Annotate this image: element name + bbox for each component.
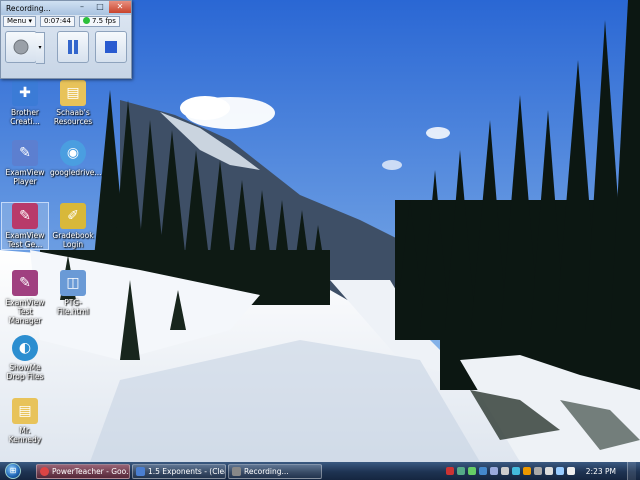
document-icon xyxy=(136,466,145,476)
tray-app-icon[interactable] xyxy=(467,467,476,475)
network-icon[interactable] xyxy=(555,467,564,475)
status-dot-icon xyxy=(82,17,90,24)
taskbar-clock[interactable]: 2:23 PM xyxy=(586,467,616,476)
desktop-icon-label: ShowMe Drop Files xyxy=(6,363,44,381)
desktop-icon-label: Mr. Kennedy xyxy=(8,426,42,444)
tray-app-icon[interactable] xyxy=(478,467,487,475)
tray-app-icon[interactable] xyxy=(445,467,454,475)
volume-icon[interactable] xyxy=(566,467,575,475)
desktop-icon-gradebook-login[interactable]: ✐ Gradebook Login xyxy=(50,203,96,249)
tray-app-icon[interactable] xyxy=(522,467,531,475)
pause-button[interactable] xyxy=(57,31,89,63)
tray-app-icon[interactable] xyxy=(511,467,520,475)
brother-app-icon: ✚ xyxy=(12,80,38,106)
desktop-icon-label: ExamView Player xyxy=(5,168,45,186)
chrome-icon xyxy=(40,466,49,476)
recorder-title-bar[interactable]: Recording... – □ ✕ xyxy=(1,1,131,15)
desktop-icon-examview-player[interactable]: ✎ ExamView Player xyxy=(2,140,48,186)
taskbar: ⊞ PowerTeacher - Goo... 1.5 Exponents - … xyxy=(0,462,640,480)
tray-app-icon[interactable] xyxy=(500,467,509,475)
start-button[interactable]: ⊞ xyxy=(0,462,26,480)
gradebook-icon: ✐ xyxy=(60,203,86,229)
desktop-icon-showme-drop-files[interactable]: ◐ ShowMe Drop Files xyxy=(2,335,48,381)
desktop-icon-schaabs-resources[interactable]: ▤ Schaab's Resources xyxy=(50,80,96,126)
desktop-icon-label: Brother Creati... xyxy=(10,108,40,126)
desktop-icon-label: PTG-File.html xyxy=(56,298,90,316)
stop-button[interactable] xyxy=(95,31,127,63)
recorder-icon xyxy=(232,466,241,476)
desktop-icon-examview-test-generator[interactable]: ✎ ExamView Test Ge... xyxy=(1,202,49,250)
examview-icon: ✎ xyxy=(12,203,38,229)
fps-indicator: 7.5 fps xyxy=(78,15,120,27)
taskbar-item-recording[interactable]: Recording... xyxy=(228,463,322,479)
folder-icon: ▤ xyxy=(12,398,38,424)
recorder-status-bar: Menu ▾ 0:07:44 7.5 fps xyxy=(1,15,131,27)
desktop-icon-examview-test-manager[interactable]: ✎ ExamView Test Manager xyxy=(2,270,48,325)
desktop-icon-label: ExamView Test Manager xyxy=(5,298,45,325)
desktop-icon-mr-kennedy[interactable]: ▤ Mr. Kennedy xyxy=(2,398,48,444)
desktop-icon-ptg-file[interactable]: ◫ PTG-File.html xyxy=(50,270,96,316)
tray-app-icon[interactable] xyxy=(544,467,553,475)
minimize-icon[interactable]: – xyxy=(73,1,91,13)
bluetooth-icon[interactable] xyxy=(489,467,498,475)
desktop-icon-label: Gradebook Login xyxy=(52,231,94,249)
recorder-controls: ▾ xyxy=(1,27,131,67)
maximize-icon[interactable]: □ xyxy=(91,1,109,13)
record-circle-icon xyxy=(13,39,29,55)
cd-disc-icon: ◉ xyxy=(60,140,86,166)
recorder-menu-button[interactable]: Menu ▾ xyxy=(3,15,36,27)
desktop-icon-googledrive[interactable]: ◉ googledrive... xyxy=(50,140,102,177)
record-options-chevron-icon[interactable]: ▾ xyxy=(36,32,45,64)
showme-icon: ◐ xyxy=(12,335,38,361)
pause-icon xyxy=(68,40,78,54)
system-tray: 2:23 PM xyxy=(445,462,640,480)
close-icon[interactable]: ✕ xyxy=(109,1,131,13)
record-button[interactable]: ▾ xyxy=(5,31,45,64)
stop-square-icon xyxy=(105,41,117,53)
recorder-title: Recording... xyxy=(6,3,51,13)
desktop-icon-brother[interactable]: ✚ Brother Creati... xyxy=(2,80,48,126)
examview-icon: ✎ xyxy=(12,270,38,296)
tray-app-icon[interactable] xyxy=(456,467,465,475)
elapsed-time: 0:07:44 xyxy=(39,15,75,27)
show-desktop-button[interactable] xyxy=(627,462,636,480)
examview-icon: ✎ xyxy=(12,140,38,166)
desktop-icon-label: googledrive... xyxy=(50,168,102,177)
desktop-icon-label: ExamView Test Ge... xyxy=(5,231,45,249)
html-file-icon: ◫ xyxy=(60,270,86,296)
folder-icon: ▤ xyxy=(60,80,86,106)
desktop-icon-label: Schaab's Resources xyxy=(53,108,93,126)
recorder-window[interactable]: Recording... – □ ✕ Menu ▾ 0:07:44 7.5 fp… xyxy=(0,0,132,79)
windows-start-orb-icon: ⊞ xyxy=(5,463,21,479)
taskbar-item-powerteacher[interactable]: PowerTeacher - Goo... xyxy=(36,463,130,479)
taskbar-item-exponents[interactable]: 1.5 Exponents - (Clea... xyxy=(132,463,226,479)
tray-app-icon[interactable] xyxy=(533,467,542,475)
